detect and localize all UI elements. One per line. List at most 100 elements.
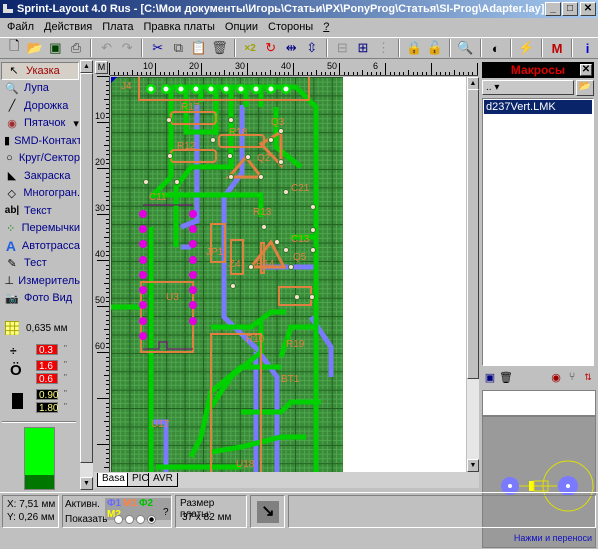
open-folder-icon[interactable]: 📂 xyxy=(25,38,46,58)
lock-disabled-icon[interactable]: 🔒 xyxy=(404,38,425,58)
delete-icon[interactable]: 🗑 xyxy=(209,38,230,58)
tool-polygon[interactable]: ◇ Многогран. xyxy=(0,185,80,203)
macro-list-item[interactable]: d237Vert.LMK xyxy=(484,100,592,114)
ruler-tick xyxy=(242,72,244,75)
menu-help[interactable]: ? xyxy=(318,21,334,33)
menu-actions[interactable]: Действия xyxy=(39,21,97,33)
track-width-input[interactable]: 0.3 xyxy=(36,344,58,356)
tool-camera[interactable]: 📷 Фото Вид xyxy=(0,290,80,308)
tab-avr[interactable]: AVR xyxy=(148,473,178,487)
ruler-tick xyxy=(104,329,109,330)
swap-layers-icon[interactable]: ⇅ xyxy=(580,369,596,385)
menu-options[interactable]: Опции xyxy=(220,21,263,33)
test-probe-icon: ✎ xyxy=(7,257,17,270)
grid-setting[interactable]: 0,635 мм xyxy=(0,320,80,338)
cut-icon[interactable]: ✂ xyxy=(147,38,168,58)
save-icon[interactable]: ▣ xyxy=(45,38,66,58)
autoroute-icon[interactable]: ⚡ xyxy=(516,38,537,58)
pad-macro-icon[interactable]: ◉ xyxy=(548,369,564,385)
tool-label: Дорожка xyxy=(24,99,69,112)
ruler-tick xyxy=(106,342,109,344)
ruler-tick xyxy=(106,195,109,197)
ruler-tick xyxy=(348,72,350,75)
chevron-down-icon[interactable]: ▾ xyxy=(73,117,79,130)
tool-test-probe[interactable]: ✎ Тест xyxy=(0,255,80,273)
tool-circle[interactable]: ○ Круг/Сектор xyxy=(0,150,80,168)
tool-pad[interactable]: ◉ Пятачок ▾ xyxy=(0,115,80,133)
pad-outer-input[interactable]: 1.6 xyxy=(36,360,58,372)
show-layer-radio[interactable] xyxy=(125,514,134,524)
mirror-horizontal-icon[interactable]: ⇹ xyxy=(281,38,302,58)
scroll-up-button[interactable]: ▲ xyxy=(80,60,93,73)
ruler-origin-button[interactable]: M xyxy=(95,61,108,74)
info-icon[interactable]: i xyxy=(577,38,598,58)
copy-icon[interactable]: ⧉ xyxy=(168,38,189,58)
tool-panel-scrollbar[interactable]: ▲ ▼ xyxy=(80,60,93,490)
menu-file[interactable]: Файл xyxy=(2,21,39,33)
pcb-canvas[interactable]: J4 R17 R18 R12 Q3 Q2 C11 R13 C21 C13 JP1 Z4 R14 Q5 U3 R… xyxy=(111,77,466,472)
layer-Ф1[interactable]: Ф1 xyxy=(106,498,122,509)
macro-icon[interactable]: M xyxy=(547,38,568,58)
minimize-button[interactable]: _ xyxy=(545,2,561,16)
smd-width-input[interactable]: 0.90 xyxy=(36,389,58,401)
redo-icon[interactable]: ↷ xyxy=(117,38,138,58)
mirror-vertical-icon[interactable]: ⇳ xyxy=(302,38,323,58)
canvas-scroll-down-button[interactable]: ▼ xyxy=(467,459,479,472)
ruler-tick xyxy=(224,70,225,75)
ruler-tick xyxy=(97,444,109,445)
smd-height-input[interactable]: 1.80 xyxy=(36,402,58,414)
tool-magnifier[interactable]: 🔍 Лупа xyxy=(0,80,80,98)
tool-autoroute-tool[interactable]: A Автотрасса xyxy=(0,237,80,255)
rotate-icon[interactable]: ↻ xyxy=(260,38,281,58)
contrast-icon[interactable]: ◐ xyxy=(486,38,507,58)
zoom-icon[interactable]: 🔍 xyxy=(455,38,476,58)
tab-basa[interactable]: Basa xyxy=(97,473,130,487)
tool-text[interactable]: ab| Текст xyxy=(0,202,80,220)
show-layer-radio[interactable] xyxy=(114,514,123,524)
layers-help[interactable]: ? xyxy=(163,507,169,518)
track-mode-icon[interactable]: ↘ xyxy=(257,501,279,523)
show-layer-radio[interactable] xyxy=(136,514,145,524)
mirror-macro-icon[interactable]: ⑂ xyxy=(564,369,580,385)
tool-pointer[interactable]: ↖ Указка xyxy=(1,62,79,80)
canvas-scroll-thumb[interactable] xyxy=(467,89,479,379)
tool-measure[interactable]: ⊥ Измеритель xyxy=(0,272,80,290)
group-icon[interactable]: ⊞ xyxy=(353,38,374,58)
menu-board[interactable]: Плата xyxy=(97,21,138,33)
menu-sides[interactable]: Стороны xyxy=(263,21,318,33)
menu-edit-board[interactable]: Правка платы xyxy=(138,21,219,33)
canvas-vertical-scrollbar[interactable]: ▲ ▼ xyxy=(467,77,479,472)
layer-color-indicator[interactable] xyxy=(24,427,55,490)
tool-smd-pad[interactable]: ▮ SMD-Контакт xyxy=(0,132,82,150)
layer-Ф2[interactable]: Ф2 xyxy=(138,498,154,509)
save-macro-icon[interactable]: ▣ xyxy=(482,369,498,385)
delete-macro-icon[interactable]: 🗑 xyxy=(498,369,514,385)
ungroup-icon[interactable]: ⋮ xyxy=(373,38,394,58)
new-file-icon[interactable]: 🗋 xyxy=(4,38,25,58)
duplicate-x2-icon[interactable]: ×2 xyxy=(240,38,261,58)
macro-path-select[interactable]: .. ▾ xyxy=(482,80,574,95)
macro-close-button[interactable]: ✕ xyxy=(580,64,592,76)
print-icon[interactable]: ⎙ xyxy=(66,38,87,58)
scroll-thumb[interactable] xyxy=(80,73,93,463)
scroll-down-button[interactable]: ▼ xyxy=(80,477,93,490)
ruler-tick xyxy=(106,218,109,220)
pad-inner-input[interactable]: 0.6 xyxy=(36,373,58,385)
maximize-button[interactable]: □ xyxy=(562,2,578,16)
layer-М1[interactable]: М1 xyxy=(122,498,138,509)
show-layer-radio[interactable] xyxy=(147,514,156,524)
align-icon[interactable]: ⊟ xyxy=(332,38,353,58)
tool-fill[interactable]: ◣ Закраска xyxy=(0,167,80,185)
ruler-tick xyxy=(106,453,109,455)
undo-icon[interactable]: ↶ xyxy=(96,38,117,58)
pcb-board[interactable]: J4 R17 R18 R12 Q3 Q2 C11 R13 C21 C13 JP1 Z4 R14 Q5 U3 R… xyxy=(111,77,343,472)
close-button[interactable]: ✕ xyxy=(580,2,596,16)
open-folder-button[interactable]: 📂 xyxy=(576,80,594,96)
ruler-tick xyxy=(106,186,109,188)
unlock-icon[interactable]: 🔓 xyxy=(424,38,445,58)
board-size-value: 37 x 82 мм xyxy=(182,512,232,523)
tool-jumper[interactable]: ⁘ Перемычки xyxy=(0,220,80,238)
tool-track[interactable]: ╱ Дорожка xyxy=(0,97,80,115)
macro-list[interactable]: d237Vert.LMK xyxy=(482,98,594,366)
paste-icon[interactable]: 📋 xyxy=(189,38,210,58)
